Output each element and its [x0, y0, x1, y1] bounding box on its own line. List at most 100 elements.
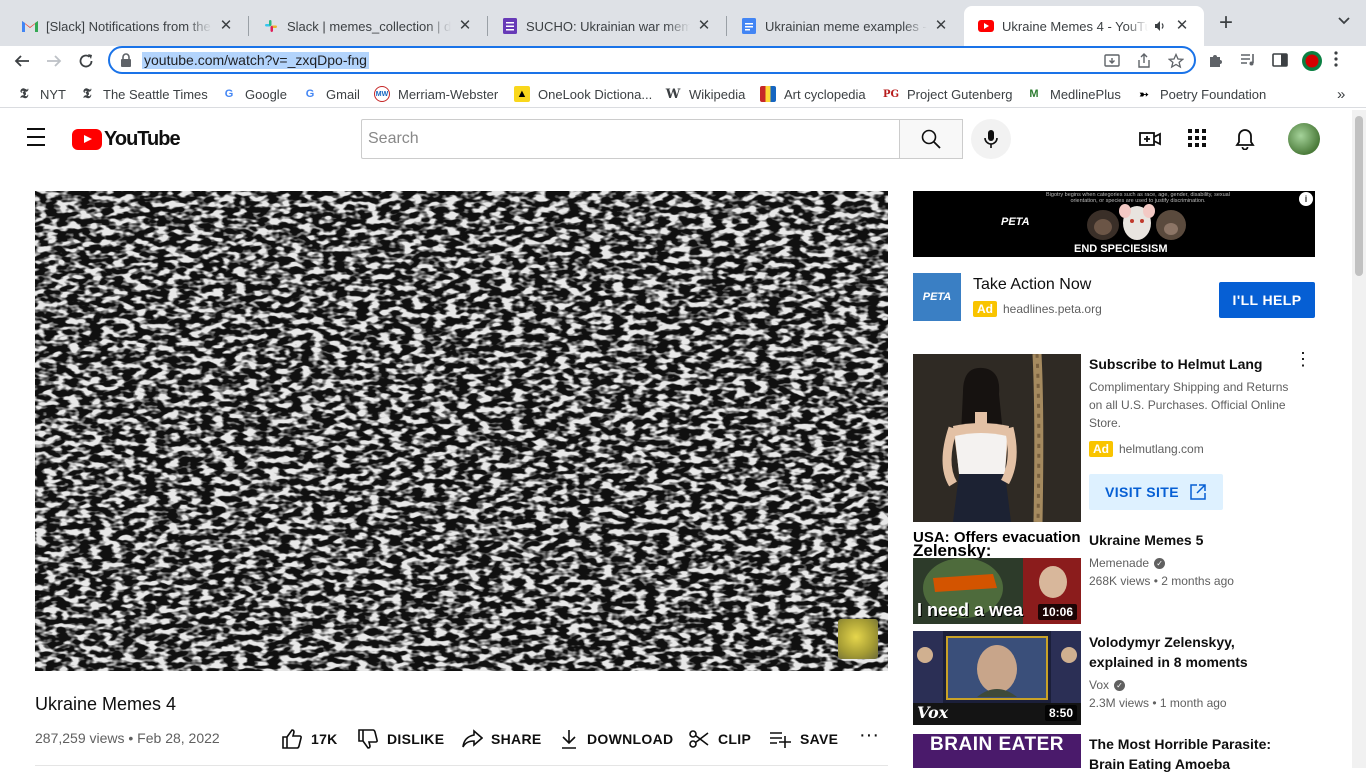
close-tab-icon[interactable]: ✕: [218, 18, 234, 34]
bookmark-project-gutenberg[interactable]: PG Project Gutenberg: [883, 86, 1013, 102]
browser-tab-docs[interactable]: Ukrainian meme examples - Go ✕: [727, 6, 963, 46]
side-panel-icon[interactable]: [1271, 51, 1289, 69]
voice-search-button[interactable]: [971, 119, 1011, 159]
more-actions-icon[interactable]: ···: [858, 725, 880, 750]
bookmark-onelook[interactable]: ▲ OneLook Dictiona...: [514, 86, 652, 102]
download-button[interactable]: DOWNLOAD: [559, 728, 673, 750]
save-button[interactable]: SAVE: [768, 728, 838, 750]
verified-check-icon: ✓: [1114, 679, 1126, 691]
close-tab-icon[interactable]: ✕: [933, 18, 949, 34]
bookmark-medlineplus[interactable]: M MedlinePlus: [1026, 86, 1120, 102]
create-video-icon[interactable]: [1139, 128, 1161, 150]
animal-faces-image: [1087, 204, 1186, 240]
visit-site-button[interactable]: VISIT SITE: [1089, 474, 1223, 510]
close-tab-icon[interactable]: ✕: [457, 18, 473, 34]
account-avatar[interactable]: [1288, 123, 1320, 155]
share-button[interactable]: SHARE: [461, 728, 542, 750]
video-title-link[interactable]: Volodymyr Zelenskyy, explained in 8 mome…: [1089, 632, 1299, 672]
nyt-icon: 𝕿: [19, 86, 29, 102]
slack-icon: [263, 18, 279, 34]
ad-badge: Ad: [973, 301, 997, 317]
bookmark-nyt[interactable]: 𝕿 NYT: [16, 86, 66, 102]
kebab-menu-icon[interactable]: [1334, 51, 1344, 69]
art-cyclopedia-icon: [760, 86, 776, 102]
ill-help-button[interactable]: I'LL HELP: [1219, 282, 1315, 318]
back-arrow-icon[interactable]: [9, 48, 35, 74]
thumbnail-caption: I need a wea: [917, 600, 1024, 620]
ad-info-icon[interactable]: i: [1299, 192, 1313, 206]
bookmark-poetry-foundation[interactable]: ➳ Poetry Foundation: [1136, 86, 1266, 102]
page-scrollbar[interactable]: [1352, 110, 1366, 768]
bookmark-star-icon[interactable]: [1167, 52, 1185, 69]
peta-banner-ad[interactable]: Bigotry begins when categories such as r…: [913, 191, 1315, 257]
browser-tab-youtube-active[interactable]: Ukraine Memes 4 - YouTub ✕: [964, 6, 1204, 46]
media-control-icon[interactable]: [1239, 51, 1257, 69]
channel-name[interactable]: Memenade ✓: [1089, 556, 1166, 570]
thumbs-down-icon: [358, 729, 378, 749]
search-button[interactable]: [899, 119, 963, 159]
video-thumbnail[interactable]: Vox 8:50: [913, 631, 1081, 725]
dislike-button[interactable]: DISLIKE: [357, 728, 444, 750]
close-tab-icon[interactable]: ✕: [1174, 18, 1190, 34]
reload-icon[interactable]: [73, 48, 99, 74]
banner-headline: END SPECIESISM: [1074, 243, 1168, 255]
video-stats: 2.3M views • 1 month ago: [1089, 696, 1227, 710]
scrollbar-thumb[interactable]: [1355, 116, 1363, 276]
cta-ad-url: Ad headlines.peta.org: [973, 301, 1102, 317]
url-text[interactable]: youtube.com/watch?v=_zxqDpo-fng: [142, 52, 369, 69]
bookmark-seattle-times[interactable]: 𝕿 The Seattle Times: [79, 86, 208, 102]
video-duration: 10:06: [1038, 604, 1077, 620]
video-thumbnail[interactable]: USA: Offers evacuation Zelensky: I need …: [913, 530, 1081, 624]
vox-logo: Vox: [917, 703, 949, 722]
browser-tabstrip: [Slack] Notifications from the ✕ Slack |…: [0, 0, 1366, 46]
browser-toolbar: youtube.com/watch?v=_zxqDpo-fng: [0, 46, 1366, 76]
more-bookmarks-icon[interactable]: »: [1337, 86, 1345, 103]
bookmark-art-cyclopedia[interactable]: Art cyclopedia: [760, 86, 866, 102]
hamburger-menu-icon[interactable]: [24, 128, 48, 148]
extensions-puzzle-icon[interactable]: [1207, 51, 1225, 69]
browser-tab-forms[interactable]: SUCHO: Ukrainian war meme c ✕: [488, 6, 726, 46]
channel-watermark[interactable]: [838, 619, 878, 659]
address-bar[interactable]: youtube.com/watch?v=_zxqDpo-fng: [108, 46, 1196, 74]
video-thumbnail[interactable]: BRAIN EATER: [913, 734, 1081, 768]
youtube-logo[interactable]: YouTube: [72, 128, 181, 150]
new-tab-icon[interactable]: +: [1214, 11, 1238, 36]
notifications-bell-icon[interactable]: [1235, 128, 1257, 151]
tab-title: Ukraine Memes 4 - YouTub: [1002, 18, 1148, 34]
scissors-icon: [689, 730, 709, 748]
install-app-icon[interactable]: [1104, 53, 1120, 69]
browser-tab-gmail[interactable]: [Slack] Notifications from the ✕: [8, 6, 248, 46]
close-tab-icon[interactable]: ✕: [696, 18, 712, 34]
helmut-lang-ad-image[interactable]: [913, 354, 1081, 522]
kebab-menu-icon[interactable]: ⋮: [1294, 350, 1312, 376]
clip-button[interactable]: CLIP: [688, 728, 751, 750]
apps-grid-icon[interactable]: [1187, 128, 1209, 150]
video-title-link[interactable]: The Most Horrible Parasite: Brain Eating…: [1089, 734, 1299, 774]
google-icon: G: [224, 88, 234, 100]
share-icon[interactable]: [1136, 53, 1152, 69]
bookmark-gmail[interactable]: G Gmail: [302, 86, 360, 102]
peta-logo[interactable]: PETA: [913, 273, 961, 321]
search-icon: [921, 129, 941, 149]
browser-tab-slack[interactable]: Slack | memes_collection | daw ✕: [249, 6, 487, 46]
chevron-down-icon[interactable]: [1336, 14, 1352, 30]
profile-avatar-icon[interactable]: [1302, 51, 1322, 71]
youtube-header: YouTube: [0, 110, 1366, 166]
search-input[interactable]: [362, 120, 900, 158]
project-gutenberg-icon: PG: [882, 88, 900, 100]
video-meta: 287,259 views • Feb 28, 2022: [35, 730, 220, 746]
channel-name[interactable]: Vox ✓: [1089, 678, 1126, 692]
forward-arrow-icon[interactable]: [41, 48, 67, 74]
bookmark-merriam-webster[interactable]: MW Merriam-Webster: [374, 86, 498, 102]
video-player[interactable]: [35, 191, 888, 671]
like-button[interactable]: 17K: [281, 728, 338, 750]
promo-ad-title[interactable]: Subscribe to Helmut Lang: [1089, 356, 1262, 372]
share-arrow-icon: [462, 729, 483, 748]
bookmark-wikipedia[interactable]: W Wikipedia: [665, 86, 746, 102]
cta-ad-title[interactable]: Take Action Now: [973, 276, 1091, 294]
bookmark-google[interactable]: G Google: [221, 86, 287, 102]
promo-ad-url: Ad helmutlang.com: [1089, 441, 1204, 457]
video-title-link[interactable]: Ukraine Memes 5: [1089, 530, 1299, 550]
lock-icon[interactable]: [120, 53, 134, 67]
speaker-icon[interactable]: [1152, 18, 1168, 34]
